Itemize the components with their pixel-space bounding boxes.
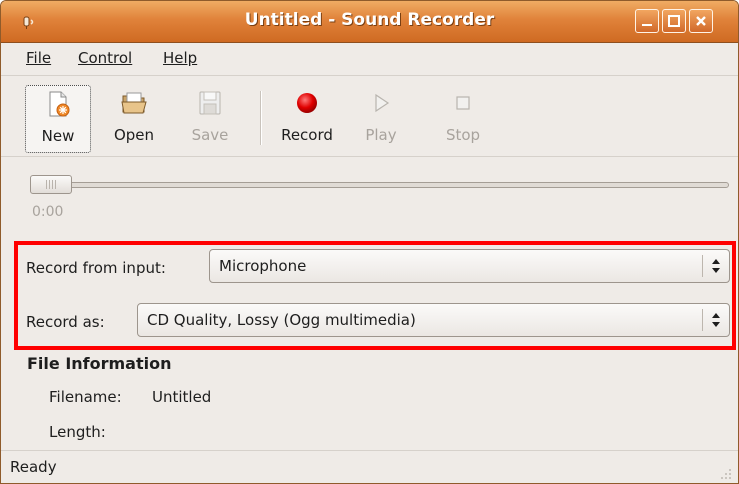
minimize-button[interactable] <box>635 9 659 33</box>
menu-file[interactable]: File <box>26 49 51 67</box>
play-icon <box>375 93 390 113</box>
record-as-combo[interactable]: CD Quality, Lossy (Ogg multimedia) <box>137 303 730 337</box>
menu-file-label: File <box>26 49 52 67</box>
open-button[interactable]: Open <box>101 85 167 153</box>
stop-label: Stop <box>445 126 481 144</box>
resize-grip-icon[interactable] <box>720 468 732 480</box>
status-text: Ready <box>10 458 57 476</box>
save-label: Save <box>191 126 229 144</box>
time-label: 0:00 <box>32 204 64 220</box>
filename-label: Filename: <box>49 388 122 406</box>
record-as-label: Record as: <box>26 313 105 331</box>
menu-control-label: Control <box>78 49 133 67</box>
stop-icon <box>456 96 470 110</box>
close-button[interactable] <box>689 9 713 33</box>
new-label: New <box>41 127 75 145</box>
play-button[interactable]: Play <box>356 85 406 153</box>
play-label: Play <box>365 126 397 144</box>
new-button[interactable]: New <box>25 85 91 153</box>
close-icon <box>696 16 706 26</box>
combo-arrows-icon <box>712 259 720 273</box>
record-button[interactable]: Record <box>273 85 341 153</box>
status-bar: Ready <box>1 450 738 483</box>
position-slider-track[interactable] <box>31 182 729 188</box>
maximize-button[interactable] <box>662 9 686 33</box>
menu-help[interactable]: Help <box>163 49 197 67</box>
position-slider-thumb[interactable] <box>30 175 72 194</box>
stop-button[interactable]: Stop <box>437 85 489 153</box>
maximize-icon <box>668 15 680 27</box>
open-folder-icon <box>121 92 147 114</box>
length-label: Length: <box>49 423 106 441</box>
open-label: Open <box>113 126 155 144</box>
window-title: Untitled - Sound Recorder <box>244 10 495 30</box>
menu-control[interactable]: Control <box>78 49 132 67</box>
record-from-combo[interactable]: Microphone <box>209 249 730 283</box>
record-as-value: CD Quality, Lossy (Ogg multimedia) <box>147 311 416 329</box>
combo-divider <box>702 309 703 331</box>
menu-help-label: Help <box>163 49 198 67</box>
save-disk-icon <box>199 91 221 115</box>
combo-arrows-icon <box>712 313 720 327</box>
new-file-icon <box>49 91 70 117</box>
record-label: Record <box>281 126 333 144</box>
record-from-label: Record from input: <box>26 259 166 277</box>
menu-bar: File Control Help <box>1 44 738 74</box>
record-from-value: Microphone <box>219 257 307 275</box>
record-icon <box>297 93 317 113</box>
toolbar-separator <box>260 91 262 145</box>
filename-value: Untitled <box>152 388 212 406</box>
minimize-icon <box>642 24 652 26</box>
title-bar[interactable]: Untitled - Sound Recorder <box>1 1 738 43</box>
combo-divider <box>702 255 703 277</box>
save-button[interactable]: Save <box>177 85 243 153</box>
sound-recorder-window: Untitled - Sound Recorder File Control H… <box>0 0 739 484</box>
file-information-heading: File Information <box>27 354 172 373</box>
slider-grip <box>46 180 58 189</box>
